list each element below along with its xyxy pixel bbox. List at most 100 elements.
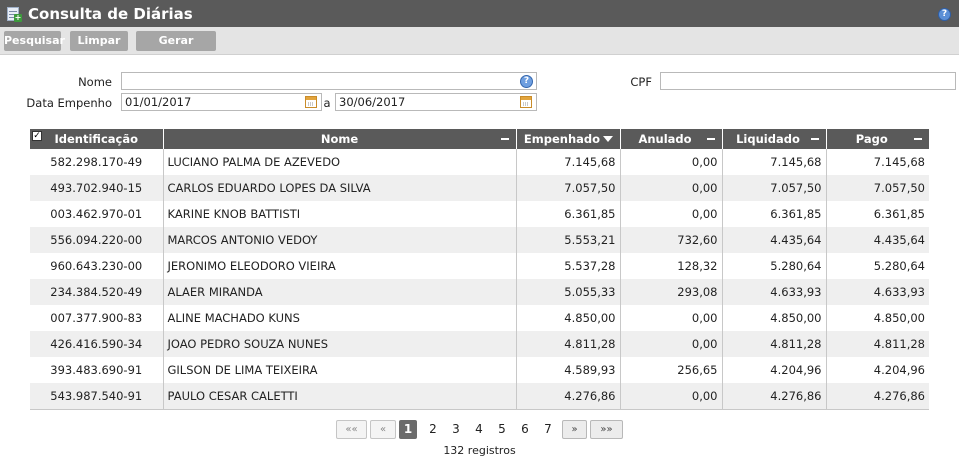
cell-empenhado: 7.145,68 — [516, 149, 621, 175]
results-table: ✓ Identificação Nome Empenhado Anulado L… — [30, 129, 929, 410]
cell-identificacao: 582.298.170-49 — [30, 149, 164, 175]
cell-pago: 6.361,85 — [826, 201, 929, 227]
page-5[interactable]: 5 — [493, 420, 511, 439]
cell-nome: JERONIMO ELEODORO VIEIRA — [163, 253, 517, 279]
column-header-empenhado[interactable]: Empenhado — [516, 129, 621, 149]
cell-identificacao: 234.384.520-49 — [30, 279, 164, 305]
cell-empenhado: 5.055,33 — [516, 279, 621, 305]
cell-nome: MARCOS ANTONIO VEDOY — [163, 227, 517, 253]
cell-nome: ALINE MACHADO KUNS — [163, 305, 517, 331]
date-from-input[interactable]: 01/01/2017 — [121, 93, 322, 111]
cell-liquidado: 5.280,64 — [722, 253, 827, 279]
cell-liquidado: 4.435,64 — [722, 227, 827, 253]
toolbar: Pesquisar Limpar Gerar planilha — [0, 27, 959, 67]
cell-empenhado: 4.850,00 — [516, 305, 621, 331]
table-header-row: ✓ Identificação Nome Empenhado Anulado L… — [30, 129, 929, 149]
cell-liquidado: 7.057,50 — [722, 175, 827, 201]
cell-nome: KARINE KNOB BATTISTI — [163, 201, 517, 227]
date-separator: a — [323, 96, 331, 110]
table-row[interactable]: 582.298.170-49 LUCIANO PALMA DE AZEVEDO 7.… — [30, 149, 929, 175]
date-to-input[interactable]: 30/06/2017 — [335, 93, 537, 111]
table-row[interactable]: 556.094.220-00 MARCOS ANTONIO VEDOY 5.553,… — [30, 227, 929, 253]
cell-identificacao: 960.643.230-00 — [30, 253, 164, 279]
page-3[interactable]: 3 — [447, 420, 465, 439]
cell-identificacao: 007.377.900-83 — [30, 305, 164, 331]
cell-identificacao: 393.483.690-91 — [30, 357, 164, 383]
sort-desc-icon[interactable] — [602, 136, 613, 142]
cell-nome: PAULO CESAR CALETTI — [163, 383, 517, 409]
minus-icon[interactable] — [810, 138, 819, 140]
column-header-liquidado[interactable]: Liquidado — [722, 129, 827, 149]
search-button[interactable]: Pesquisar — [4, 31, 65, 51]
column-header-identificacao[interactable]: ✓ Identificação — [30, 129, 164, 149]
name-input[interactable] — [121, 72, 537, 90]
last-page-button[interactable]: »» — [590, 420, 623, 439]
column-header-nome[interactable]: Nome — [163, 129, 517, 149]
table-row[interactable]: 543.987.540-91 PAULO CESAR CALETTI 4.276,8… — [30, 383, 929, 409]
page-6[interactable]: 6 — [516, 420, 534, 439]
table-row[interactable]: 007.377.900-83 ALINE MACHADO KUNS 4.850,00… — [30, 305, 929, 331]
prev-page-button[interactable]: « — [370, 420, 396, 439]
table-row[interactable]: 960.643.230-00 JERONIMO ELEODORO VIEIRA 5.… — [30, 253, 929, 279]
cell-nome: GILSON DE LIMA TEIXEIRA — [163, 357, 517, 383]
column-header-anulado[interactable]: Anulado — [620, 129, 723, 149]
table-row[interactable]: 493.702.940-15 CARLOS EDUARDO LOPES DA SI… — [30, 175, 929, 201]
cell-anulado: 0,00 — [620, 201, 723, 227]
cell-identificacao: 426.416.590-34 — [30, 331, 164, 357]
cell-nome: JOAO PEDRO SOUZA NUNES — [163, 331, 517, 357]
page-title: Consulta de Diárias — [28, 4, 193, 23]
cell-liquidado: 4.850,00 — [722, 305, 827, 331]
cell-pago: 4.435,64 — [826, 227, 929, 253]
select-all-checkbox[interactable]: ✓ — [32, 131, 42, 141]
cell-pago: 7.057,50 — [826, 175, 929, 201]
help-icon[interactable]: ? — [938, 8, 951, 21]
cell-anulado: 0,00 — [620, 331, 723, 357]
page-7[interactable]: 7 — [539, 420, 557, 439]
cell-anulado: 128,32 — [620, 253, 723, 279]
date-label: Data Empenho — [26, 96, 112, 110]
cell-nome: LUCIANO PALMA DE AZEVEDO — [163, 149, 517, 175]
cell-pago: 7.145,68 — [826, 149, 929, 175]
next-page-button[interactable]: » — [562, 420, 587, 439]
cell-anulado: 256,65 — [620, 357, 723, 383]
table-row[interactable]: 393.483.690-91 GILSON DE LIMA TEIXEIRA 4.5… — [30, 357, 929, 383]
record-count: 132 registros — [443, 444, 516, 457]
clear-button[interactable]: Limpar — [70, 31, 128, 51]
cell-anulado: 732,60 — [620, 227, 723, 253]
cell-anulado: 0,00 — [620, 149, 723, 175]
page-2[interactable]: 2 — [424, 420, 442, 439]
cell-empenhado: 6.361,85 — [516, 201, 621, 227]
cell-empenhado: 4.811,28 — [516, 331, 621, 357]
app-icon: + — [6, 6, 22, 22]
cell-empenhado: 5.537,28 — [516, 253, 621, 279]
table-row[interactable]: 426.416.590-34 JOAO PEDRO SOUZA NUNES 4.81… — [30, 331, 929, 357]
cell-pago: 5.280,64 — [826, 253, 929, 279]
cell-pago: 4.276,86 — [826, 383, 929, 409]
cell-nome: CARLOS EDUARDO LOPES DA SILVA — [163, 175, 517, 201]
cell-empenhado: 5.553,21 — [516, 227, 621, 253]
cell-liquidado: 4.811,28 — [722, 331, 827, 357]
cell-pago: 4.633,93 — [826, 279, 929, 305]
cell-empenhado: 4.589,93 — [516, 357, 621, 383]
title-bar: + Consulta de Diárias ? — [0, 0, 959, 27]
cell-anulado: 0,00 — [620, 175, 723, 201]
table-row[interactable]: 234.384.520-49 ALAER MIRANDA 5.055,33 293,0… — [30, 279, 929, 305]
first-page-button[interactable]: «« — [336, 420, 367, 439]
cell-nome: ALAER MIRANDA — [163, 279, 517, 305]
cell-empenhado: 4.276,86 — [516, 383, 621, 409]
cell-empenhado: 7.057,50 — [516, 175, 621, 201]
minus-icon[interactable] — [914, 138, 922, 140]
column-header-pago[interactable]: Pago — [826, 129, 929, 149]
minus-icon[interactable] — [706, 138, 715, 140]
minus-icon[interactable] — [500, 138, 509, 140]
generate-sheet-button[interactable]: Gerar planilha — [136, 31, 216, 67]
calendar-icon[interactable] — [520, 96, 532, 108]
calendar-icon[interactable] — [305, 96, 317, 108]
table-row[interactable]: 003.462.970-01 KARINE KNOB BATTISTI 6.361,… — [30, 201, 929, 227]
cell-liquidado: 6.361,85 — [722, 201, 827, 227]
page-1[interactable]: 1 — [399, 420, 417, 439]
cell-identificacao: 493.702.940-15 — [30, 175, 164, 201]
page-4[interactable]: 4 — [470, 420, 488, 439]
name-help-icon[interactable]: ? — [520, 75, 533, 88]
cpf-input[interactable] — [660, 72, 956, 90]
